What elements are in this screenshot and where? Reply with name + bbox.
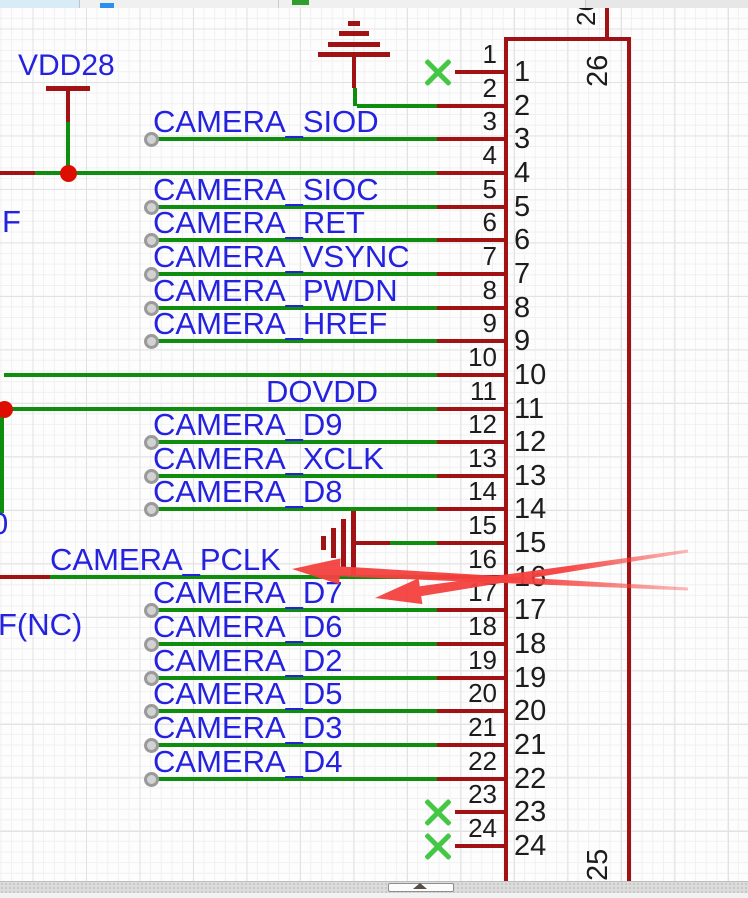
pin-number-inside: 9 xyxy=(514,327,530,356)
pin-number-inside: 2 xyxy=(514,92,530,121)
net-label-camera_pwdn[interactable]: CAMERA_PWDN xyxy=(153,275,398,306)
net-label-camera_d6[interactable]: CAMERA_D6 xyxy=(153,611,343,642)
pin-number-inside: 3 xyxy=(514,125,530,154)
ground-bar-2 xyxy=(339,31,369,36)
wire-junction-dot xyxy=(60,165,77,182)
net-label-camera_pclk[interactable]: CAMERA_PCLK xyxy=(50,544,281,575)
toolbar-icon-fragment-blue[interactable] xyxy=(100,3,114,8)
connector-pin-stub[interactable] xyxy=(455,70,507,74)
power-net-label-vdd28[interactable]: VDD28 xyxy=(18,50,115,81)
connector-pin-stub[interactable] xyxy=(455,844,507,848)
pin-number-outside: 6 xyxy=(437,210,497,235)
pin-number-inside: 21 xyxy=(514,731,546,760)
pin-number-inside: 20 xyxy=(514,697,546,726)
pin-number-inside: 6 xyxy=(514,226,530,255)
ground-bar-1 xyxy=(321,536,326,550)
pin-number-inside: 12 xyxy=(514,428,546,457)
pin-number-inside: 13 xyxy=(514,462,546,491)
pin-number-outside: 23 xyxy=(437,782,497,807)
ground-bar-1 xyxy=(348,21,360,26)
wire-red-segment[interactable] xyxy=(0,171,35,175)
pin-number-inside: 23 xyxy=(514,798,546,827)
pin-number-outside: 22 xyxy=(437,749,497,774)
net-label-camera_href[interactable]: CAMERA_HREF xyxy=(153,308,387,339)
net-label-camera_d4[interactable]: CAMERA_D4 xyxy=(153,746,343,777)
pin-number-outside: 17 xyxy=(437,580,497,605)
wire-red-segment[interactable] xyxy=(0,575,50,579)
pin-number-inside: 18 xyxy=(514,630,546,659)
toolbar-icon-fragment-green[interactable] xyxy=(292,0,309,5)
pin-number-outside: 5 xyxy=(437,177,497,202)
tab-separator xyxy=(79,0,80,8)
pin-number-inside: 1 xyxy=(514,58,530,87)
net-label-camera_vsync[interactable]: CAMERA_VSYNC xyxy=(153,241,410,272)
schematic-editor-canvas: 26 26 25 VDD28 0 F F(NC) AI-C01 112233CA… xyxy=(0,0,748,898)
pin-number-inside: 22 xyxy=(514,765,546,794)
pin-number-inside: 19 xyxy=(514,664,546,693)
pin-number-outside: 4 xyxy=(437,143,497,168)
ground-bar-3 xyxy=(328,42,380,47)
top-pin-number-inside: 26 xyxy=(584,55,613,87)
pin-number-outside: 2 xyxy=(437,76,497,101)
toolbar-right-segment xyxy=(586,0,748,8)
pin-number-outside: 15 xyxy=(437,513,497,538)
ground-stem xyxy=(356,541,390,545)
horizontal-scrollbar-track[interactable] xyxy=(0,881,748,893)
net-label-camera_xclk[interactable]: CAMERA_XCLK xyxy=(153,443,384,474)
pin-number-outside: 12 xyxy=(437,412,497,437)
pin-number-inside: 15 xyxy=(514,529,546,558)
toolbar-separator xyxy=(278,0,279,8)
pin-number-outside: 18 xyxy=(437,614,497,639)
partial-net-label-wire-end[interactable]: 0 xyxy=(0,508,8,539)
pin-number-outside: 11 xyxy=(437,379,497,404)
pin-number-inside: 24 xyxy=(514,832,546,861)
pin-number-inside: 10 xyxy=(514,361,546,390)
net-label-camera_d8[interactable]: CAMERA_D8 xyxy=(153,476,343,507)
ground-bar-2 xyxy=(331,528,336,558)
pin-number-inside: 5 xyxy=(514,193,530,222)
pin-number-inside: 16 xyxy=(514,563,546,592)
net-label-camera_d5[interactable]: CAMERA_D5 xyxy=(153,678,343,709)
pin-number-outside: 9 xyxy=(437,311,497,336)
pin-number-outside: 16 xyxy=(437,547,497,572)
vdd28-symbol-stem[interactable] xyxy=(66,89,70,122)
pin-number-inside: 7 xyxy=(514,260,530,289)
ground-bar-3 xyxy=(341,519,346,567)
net-label-camera_d3[interactable]: CAMERA_D3 xyxy=(153,712,343,743)
pin-number-outside: 24 xyxy=(437,816,497,841)
pin-number-outside: 19 xyxy=(437,648,497,673)
net-label-dovdd[interactable]: DOVDD xyxy=(153,376,378,407)
pin-number-outside: 21 xyxy=(437,715,497,740)
pin-number-outside: 8 xyxy=(437,278,497,303)
pin-number-outside: 10 xyxy=(437,345,497,370)
partial-net-label-left-lower[interactable]: F(NC) xyxy=(0,609,82,640)
pin-number-inside: 4 xyxy=(514,159,530,188)
net-wire[interactable] xyxy=(390,541,438,545)
left-edge-wire-vertical[interactable] xyxy=(0,408,4,513)
pin-number-inside: 14 xyxy=(514,495,546,524)
pin-number-inside: 8 xyxy=(514,294,530,323)
pin-number-inside: 11 xyxy=(514,395,544,424)
net-label-camera_d9[interactable]: CAMERA_D9 xyxy=(153,409,343,440)
pin-number-outside: 14 xyxy=(437,479,497,504)
bottom-pin-number-inside: 25 xyxy=(583,849,613,881)
pin-number-outside: 13 xyxy=(437,446,497,471)
pin-number-inside: 17 xyxy=(514,596,546,625)
pin-number-outside: 7 xyxy=(437,244,497,269)
net-label-camera_ret[interactable]: CAMERA_RET xyxy=(153,207,365,238)
pin-number-outside: 3 xyxy=(437,109,497,134)
active-tab-fragment[interactable] xyxy=(0,0,79,8)
partial-net-label-left-mid[interactable]: F xyxy=(2,206,21,237)
top-chrome-strip xyxy=(0,0,748,8)
pin-number-outside: 20 xyxy=(437,681,497,706)
bottom-chrome-strip xyxy=(0,893,748,898)
ground-stem xyxy=(352,57,356,88)
scrollbar-thumb-grip-icon xyxy=(413,883,427,889)
net-label-camera_siod[interactable]: CAMERA_SIOD xyxy=(153,106,379,137)
pin-number-outside: 1 xyxy=(437,42,497,67)
net-label-camera_d7[interactable]: CAMERA_D7 xyxy=(153,577,343,608)
net-label-camera_d2[interactable]: CAMERA_D2 xyxy=(153,645,343,676)
net-label-camera_sioc[interactable]: CAMERA_SIOC xyxy=(153,174,379,205)
